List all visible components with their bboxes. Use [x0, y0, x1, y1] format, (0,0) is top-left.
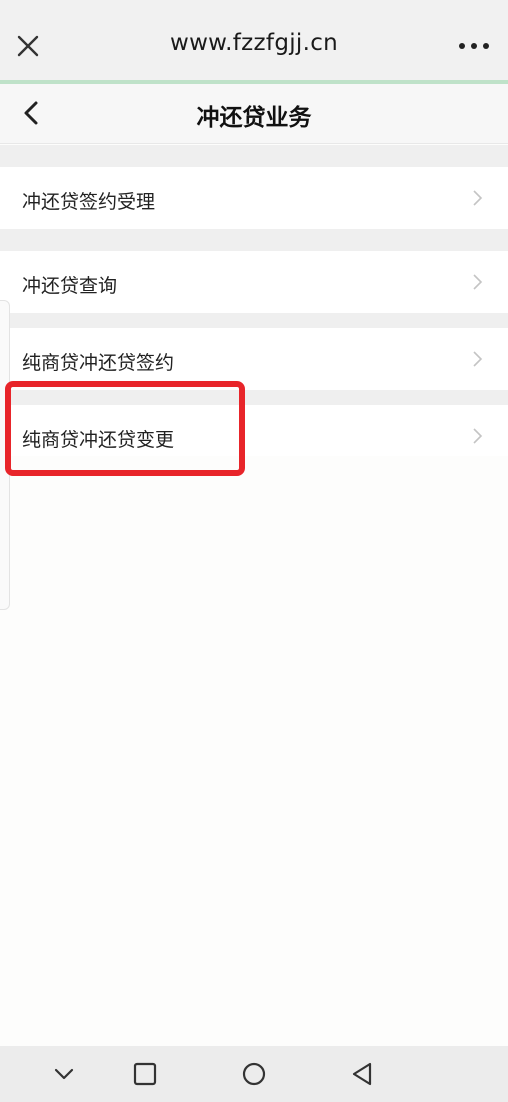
divider — [0, 390, 508, 405]
chevron-right-icon — [473, 428, 483, 444]
browser-toolbar: www.fzzfgjj.cn — [0, 0, 508, 82]
recent-apps-icon[interactable] — [131, 1060, 159, 1088]
chevron-right-icon — [473, 351, 483, 367]
divider — [0, 229, 508, 251]
floating-side-tab[interactable] — [0, 300, 10, 610]
system-navigation-bar — [0, 1046, 508, 1102]
chevron-right-icon — [473, 274, 483, 290]
page-body — [0, 456, 508, 1046]
url-text: www.fzzfgjj.cn — [169, 30, 339, 56]
divider — [0, 145, 508, 167]
page-title: 冲还贷业务 — [196, 105, 312, 131]
menu-item-label: 纯商贷冲还贷签约 — [22, 352, 175, 374]
menu-item-label: 纯商贷冲还贷变更 — [22, 429, 175, 451]
menu-item-label: 冲还贷查询 — [22, 275, 118, 297]
more-icon[interactable] — [454, 30, 494, 60]
menu-item-query[interactable]: 冲还贷查询 — [0, 251, 508, 313]
home-icon[interactable] — [240, 1060, 268, 1088]
divider — [0, 313, 508, 328]
chevron-right-icon — [473, 190, 483, 206]
menu-item-sign-accept[interactable]: 冲还贷签约受理 — [0, 167, 508, 229]
menu-item-label: 冲还贷签约受理 — [22, 191, 156, 213]
menu-item-commercial-sign[interactable]: 纯商贷冲还贷签约 — [0, 328, 508, 390]
menu-list: 冲还贷签约受理 冲还贷查询 纯商贷冲还贷签约 纯商贷冲还贷变更 — [0, 145, 508, 467]
back-triangle-icon[interactable] — [348, 1060, 376, 1088]
chevron-down-icon[interactable] — [50, 1060, 78, 1088]
page-header: 冲还贷业务 — [0, 84, 508, 144]
